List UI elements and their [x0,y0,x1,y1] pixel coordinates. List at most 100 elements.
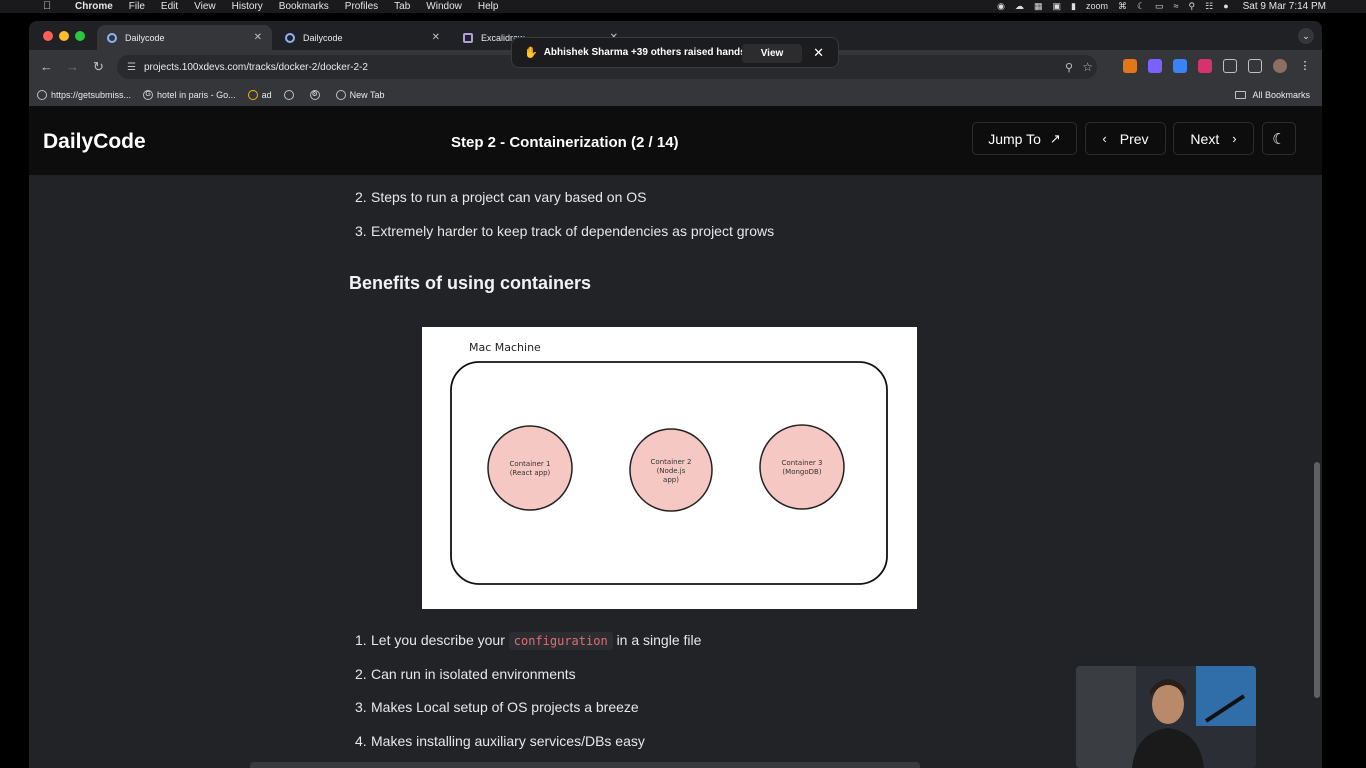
extensions-puzzle-icon[interactable] [1223,59,1237,73]
menu-edit[interactable]: Edit [153,0,186,13]
list-number: 4. [355,733,367,749]
menu-view[interactable]: View [186,0,224,13]
close-icon[interactable]: ✕ [813,45,824,61]
menu-history[interactable]: History [224,0,271,13]
prev-label: Prev [1119,130,1149,147]
moon-sun-icon: ☾ [1272,130,1286,148]
forward-arrow-icon[interactable]: → [66,59,79,75]
creative-cloud-icon[interactable]: ☁ [1015,0,1024,13]
tab-dailycode-active[interactable]: Dailycode ✕ [97,25,272,50]
container-3-line2: (MongoDB) [782,468,821,476]
blue-extension-icon[interactable] [1173,59,1187,73]
bookmark-globe-1[interactable] [283,90,298,100]
gear-icon: ⚙ [309,90,320,100]
tab-close-icon[interactable]: ✕ [254,32,262,43]
list-text: in a single file [616,632,702,648]
page-scrollbar[interactable] [1314,462,1320,698]
tab-search-dropdown-icon[interactable]: ⌄ [1298,28,1314,44]
container-3-circle [759,424,845,510]
apple-icon[interactable]:  [43,0,51,13]
list-text: Extremely harder to keep track of depend… [371,223,775,239]
phantom-extension-icon[interactable] [1148,59,1162,73]
menu-window[interactable]: Window [418,0,470,13]
back-arrow-icon[interactable]: ← [40,59,53,75]
fullscreen-window-button[interactable] [75,31,85,41]
bookmark-gear[interactable]: ⚙ [309,90,324,100]
browser-window: Dailycode ✕ Dailycode ✕ Excalidraw ✕ ⌄ ←… [29,21,1322,768]
macos-dock[interactable] [250,762,920,768]
bookmark-hotel-paris[interactable]: Ghotel in paris - Go... [143,90,236,100]
menu-profiles[interactable]: Profiles [337,0,386,13]
hand-icon [247,90,258,100]
tab-dailycode-2[interactable]: Dailycode ✕ [275,25,450,50]
container-1-circle [487,425,573,511]
bookmark-star-icon[interactable]: ☆ [1082,60,1093,74]
folder-icon [1235,91,1247,99]
menubar-clock[interactable]: Sat 9 Mar 7:14 PM [1243,1,1326,12]
menu-file[interactable]: File [121,0,153,13]
prev-button[interactable]: ‹ Prev [1085,122,1166,155]
dailycode-favicon-icon [285,32,295,43]
screen-share-icon[interactable]: ◉ [997,0,1005,13]
container-1-line1: Container 1 [510,460,551,468]
display-icon[interactable]: ▣ [1052,0,1061,13]
globe-icon [283,90,294,100]
dailycode-favicon-icon [107,32,117,43]
globe-icon [37,90,47,100]
zoom-status-label[interactable]: zoom [1086,0,1108,13]
more-menu-icon[interactable]: ⋮ [1298,59,1312,73]
bookmarks-bar: https://getsubmiss... Ghotel in paris - … [29,84,1322,106]
list-item: 1. Let you describe your configuration in… [355,632,702,650]
mc-extension-icon[interactable] [1198,59,1212,73]
all-bookmarks-button[interactable]: All Bookmarks [1235,90,1310,100]
menu-bookmarks[interactable]: Bookmarks [271,0,337,13]
theme-toggle-button[interactable]: ☾ [1262,122,1296,155]
list-item: 3. Makes Local setup of OS projects a bre… [355,699,639,715]
battery-icon[interactable]: ▭ [1155,0,1164,13]
section-heading: Benefits of using containers [349,273,592,293]
bookmark-getsubmiss[interactable]: https://getsubmiss... [37,90,131,100]
next-label: Next [1190,130,1220,147]
side-panel-icon[interactable] [1248,59,1262,73]
moon-icon[interactable]: ☾ [1137,0,1145,13]
bookmark-ad[interactable]: ad [247,90,272,100]
all-bookmarks-label: All Bookmarks [1252,90,1310,100]
close-window-button[interactable] [43,31,53,41]
mac-machine-label: Mac Machine [469,341,541,354]
raised-hand-icon: ✋ [524,47,538,59]
grid-icon[interactable]: ▦ [1034,0,1043,13]
containers-diagram[interactable]: Mac Machine Container 1 (React app) Cont… [422,327,917,609]
menu-help[interactable]: Help [470,0,507,13]
battery-small-icon[interactable]: ▮ [1071,0,1076,13]
zoom-magnifier-icon[interactable]: ⚲ [1065,61,1073,74]
bookmark-new-tab[interactable]: New Tab [335,90,385,100]
site-logo[interactable]: DailyCode [43,130,146,154]
site-info-icon[interactable]: ☰ [127,62,136,73]
list-text: Makes Local setup of OS projects a breez… [371,699,639,715]
list-item: 2. Can run in isolated environments [355,666,576,682]
list-item: 3. Extremely harder to keep track of depe… [355,223,774,239]
minimize-window-button[interactable] [59,31,69,41]
wifi-icon[interactable]: ≈ [1174,0,1179,13]
view-button[interactable]: View [742,44,802,63]
menu-tab[interactable]: Tab [386,0,418,13]
control-center-icon[interactable]: ☷ [1205,0,1213,13]
command-icon[interactable]: ⌘ [1118,0,1127,13]
chevron-right-icon: › [1232,131,1237,146]
reload-icon[interactable]: ↻ [93,59,104,75]
spotlight-search-icon[interactable]: ⚲ [1189,0,1196,13]
next-button[interactable]: Next › [1173,122,1254,155]
presenter-webcam[interactable] [1076,666,1256,768]
address-url[interactable]: projects.100xdevs.com/tracks/docker-2/do… [144,62,368,73]
menu-app-chrome[interactable]: Chrome [67,0,121,13]
profile-avatar[interactable] [1273,59,1287,73]
inline-code: configuration [508,632,613,650]
jump-to-button[interactable]: Jump To ↗ [972,122,1077,155]
list-item: 4. Makes installing auxiliary services/DB… [355,733,645,749]
tab-close-icon[interactable]: ✕ [432,32,440,43]
siri-icon[interactable]: ● [1223,0,1228,13]
bookmark-label: hotel in paris - Go... [157,90,236,100]
bookmark-label: New Tab [349,90,385,100]
metamask-extension-icon[interactable] [1123,59,1137,73]
container-3-line1: Container 3 [782,459,823,467]
